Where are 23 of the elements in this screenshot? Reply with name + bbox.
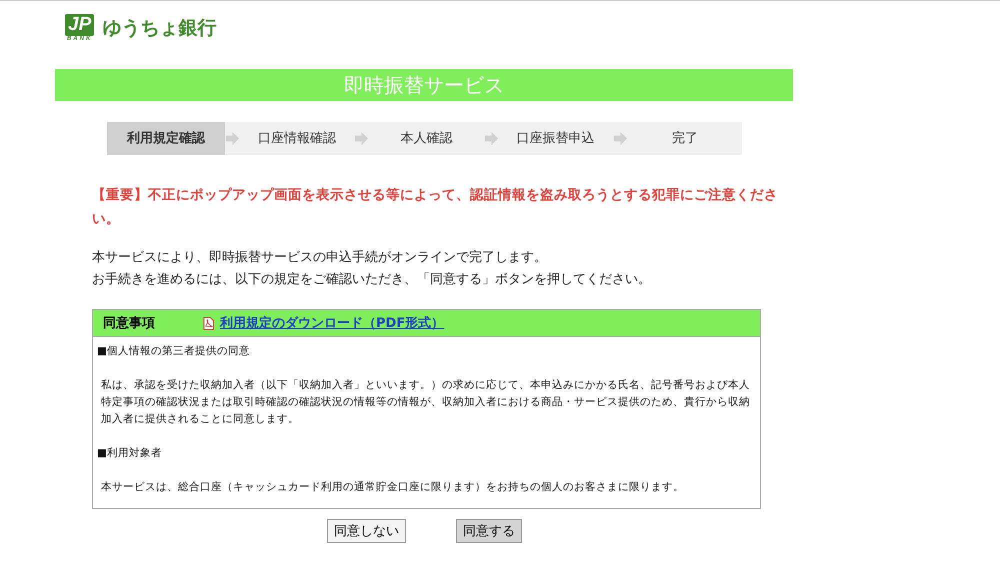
arrow-icon — [225, 131, 240, 146]
page-title: 即時振替サービス — [55, 69, 793, 101]
terms-heading: ■個人情報の第三者提供の同意 — [97, 344, 251, 359]
step-label: 本人確認 — [399, 130, 454, 148]
warning-text: 【重要】不正にポップアップ画面を表示させる等によって、認証情報を盗み取ろうとする犯罪にご注意ください。 — [92, 186, 779, 229]
arrow-icon — [612, 131, 628, 146]
agree-button[interactable]: 同意する — [456, 519, 522, 543]
arrow-icon — [484, 131, 498, 146]
arrow-icon — [354, 131, 370, 146]
terms-heading: ■利用対象者 — [97, 446, 163, 461]
step-label: 口座情報確認 — [257, 130, 338, 148]
step-label: 口座振替申込 — [516, 130, 596, 148]
disagree-button[interactable]: 同意しない — [327, 519, 406, 543]
pdf-file-icon — [203, 316, 214, 330]
intro-text: お手続きを進めるには、以下の規定をご確認いただき、「同意する」ボタンを押してください。 — [92, 271, 652, 289]
step-label: 完了 — [670, 130, 699, 148]
agreement-heading: 同意事項 — [103, 314, 156, 332]
step-label: 利用規定確認 — [107, 122, 225, 155]
bank-name: ゆうちょ銀行 — [102, 16, 216, 41]
download-link[interactable]: 利用規定のダウンロード（PDF形式） — [220, 314, 444, 332]
intro-text: 本サービスにより、即時振替サービスの申込手続がオンラインで完了します。 — [92, 249, 548, 267]
terms-paragraph: 私は、承認を受けた収納加入者（以下「収納加入者」といいます。）の求めに応じて、本申込みにかかる氏名、記号番号および本人特定事項の確認状況または取引時確認の確認状況の情報等の情報が、収納加入者における商品・サービス提供のため、貴行から収納加入者に提供されることに同意します。 — [100, 378, 751, 427]
terms-paragraph: 本サービスは、総合口座（キャッシュカード利用の通常貯金口座に限ります）をお持ちの個人のお客さまに限ります。 — [100, 480, 685, 495]
